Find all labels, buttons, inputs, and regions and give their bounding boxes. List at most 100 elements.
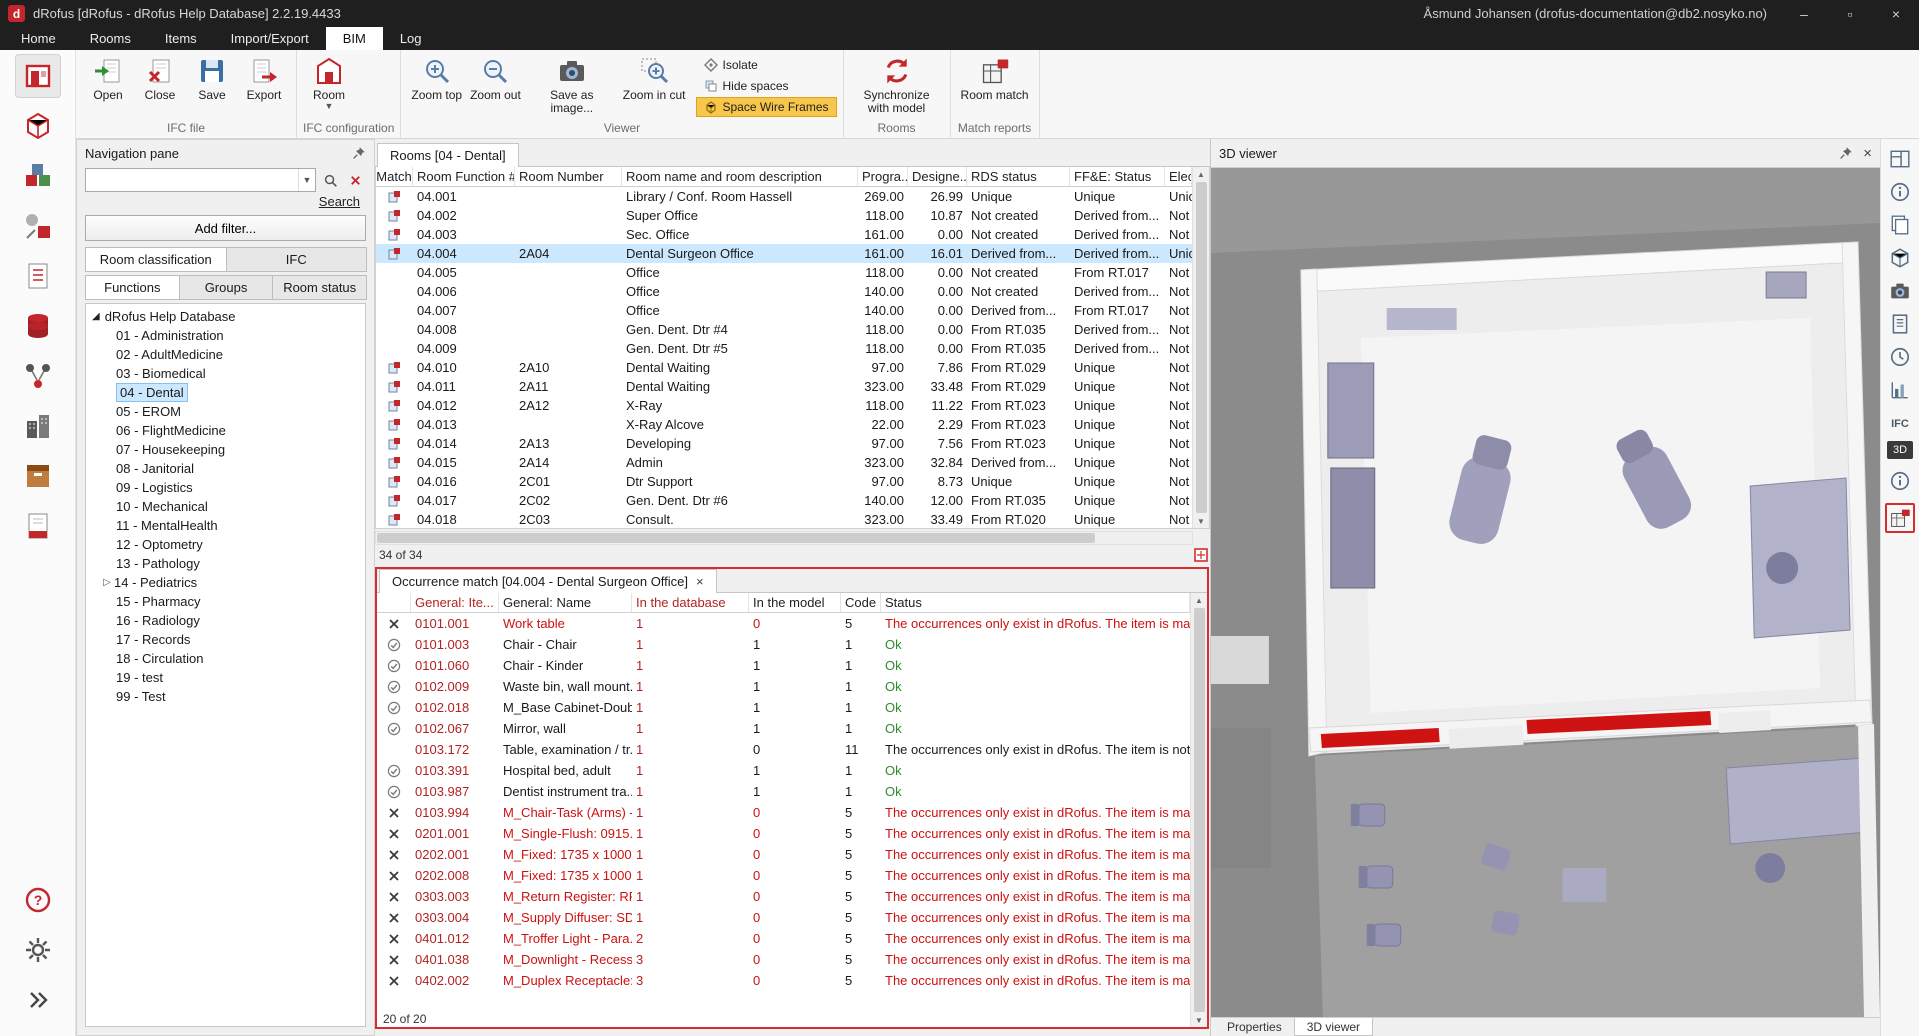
zoom-in-cut-button[interactable]: Zoom in cut [619, 53, 690, 103]
column-header-in-the-database[interactable]: In the database [632, 593, 749, 612]
tab-properties[interactable]: Properties [1215, 1018, 1294, 1036]
camera-icon[interactable] [1889, 280, 1911, 302]
scrollbar-thumb[interactable] [1196, 182, 1207, 513]
space-wire-frames-toggle[interactable]: Space Wire Frames [696, 97, 837, 117]
items-sidebar-button[interactable] [15, 154, 61, 198]
pages-icon[interactable] [1889, 214, 1911, 236]
occurrence-vertical-scrollbar[interactable]: ▲ ▼ [1190, 593, 1207, 1027]
room-row[interactable]: 04.013X-Ray Alcove22.002.29From RT.023Un… [376, 415, 1192, 434]
occurrence-row[interactable]: 0202.008M_Fixed: 1735 x 1000...105The oc… [377, 865, 1190, 886]
room-row[interactable]: 04.009Gen. Dent. Dtr #5118.000.00From RT… [376, 339, 1192, 358]
tab-ifc[interactable]: IFC [226, 247, 368, 272]
help-sidebar-button[interactable]: ? [15, 878, 61, 922]
open-button[interactable]: Open [82, 53, 134, 103]
pin-icon[interactable] [352, 146, 366, 160]
tree-item-10-mechanical[interactable]: 10 - Mechanical [86, 497, 365, 516]
tree-item-18-circulation[interactable]: 18 - Circulation [86, 649, 365, 668]
tree-item-12-optometry[interactable]: 12 - Optometry [86, 535, 365, 554]
column-header-rds-status[interactable]: RDS status [967, 167, 1070, 186]
room-row[interactable]: 04.0152A14Admin323.0032.84Derived from..… [376, 453, 1192, 472]
rooms-horizontal-scrollbar[interactable] [375, 531, 1193, 545]
room-row[interactable]: 04.0122A12X-Ray118.0011.22From RT.023Uni… [376, 396, 1192, 415]
occurrence-row[interactable]: 0402.002M_Duplex Receptacle:...305The oc… [377, 970, 1190, 991]
occurrence-panel-icon[interactable] [1194, 548, 1208, 562]
expand-icon[interactable]: ▷ [100, 573, 114, 592]
minimize-button[interactable]: – [1781, 0, 1827, 27]
components-sidebar-button[interactable] [15, 204, 61, 248]
search-link[interactable]: Search [319, 194, 360, 209]
layout-panels-icon[interactable] [1889, 148, 1911, 170]
menu-tab-rooms[interactable]: Rooms [73, 27, 148, 50]
room-row[interactable]: 04.0172C02Gen. Dent. Dtr #6140.0012.00Fr… [376, 491, 1192, 510]
occurrence-row[interactable]: 0102.009Waste bin, wall mount...111Ok [377, 676, 1190, 697]
column-header-progra[interactable]: Progra... [858, 167, 908, 186]
occurrence-row[interactable]: 0401.012M_Troffer Light - Para...205The … [377, 928, 1190, 949]
room-row[interactable]: 04.008Gen. Dent. Dtr #4118.000.00From RT… [376, 320, 1192, 339]
menu-tab-import-export[interactable]: Import/Export [214, 27, 326, 50]
column-header-room-number[interactable]: Room Number [515, 167, 622, 186]
tree-item-17-records[interactable]: 17 - Records [86, 630, 365, 649]
tree-item-02-adultmedicine[interactable]: 02 - AdultMedicine [86, 345, 365, 364]
occurrence-row[interactable]: 0202.001M_Fixed: 1735 x 1000...105The oc… [377, 844, 1190, 865]
tree-item-19-test[interactable]: 19 - test [86, 668, 365, 687]
close-panel-icon[interactable]: × [1863, 145, 1872, 162]
tree-item-07-housekeeping[interactable]: 07 - Housekeeping [86, 440, 365, 459]
room-row[interactable]: 04.001Library / Conf. Room Hassell269.00… [376, 187, 1192, 206]
room-row[interactable]: 04.005Office118.000.00Not createdFrom RT… [376, 263, 1192, 282]
room-row[interactable]: 04.0162C01Dtr Support97.008.73UniqueUniq… [376, 472, 1192, 491]
column-header-code[interactable]: Code [841, 593, 881, 612]
occurrence-row[interactable]: 0303.003M_Return Register: RR...105The o… [377, 886, 1190, 907]
menu-tab-home[interactable]: Home [4, 27, 73, 50]
tree-item-03-biomedical[interactable]: 03 - Biomedical [86, 364, 365, 383]
zoom-out-button[interactable]: Zoom out [466, 53, 525, 103]
isolate-toggle[interactable]: Isolate [696, 55, 837, 75]
tab-room-classification[interactable]: Room classification [85, 247, 227, 272]
occurrence-row[interactable]: 0102.018M_Base Cabinet-Doub...111Ok [377, 697, 1190, 718]
rooms-vertical-scr ollbar[interactable]: ▲ ▼ [1192, 167, 1209, 528]
room-match-icon[interactable] [1885, 503, 1915, 533]
close-button[interactable]: Close [134, 53, 186, 103]
scroll-down-icon[interactable]: ▼ [1197, 514, 1205, 528]
column-header-in-the-model[interactable]: In the model [749, 593, 841, 612]
room-row[interactable]: 04.0042A04Dental Surgeon Office161.0016.… [376, 244, 1192, 263]
menu-tab-items[interactable]: Items [148, 27, 214, 50]
scrollbar-thumb[interactable] [377, 533, 1095, 543]
tree-item-16-radiology[interactable]: 16 - Radiology [86, 611, 365, 630]
room-row[interactable]: 04.0142A13Developing97.007.56From RT.023… [376, 434, 1192, 453]
tree-item-05-erom[interactable]: 05 - EROM [86, 402, 365, 421]
search-input[interactable] [86, 169, 298, 191]
document-icon[interactable] [1889, 313, 1911, 335]
reports-sidebar-button[interactable] [15, 504, 61, 548]
archive-sidebar-button[interactable] [15, 454, 61, 498]
tree-item-13-pathology[interactable]: 13 - Pathology [86, 554, 365, 573]
bim-model-sidebar-button[interactable] [15, 104, 61, 148]
scroll-up-icon[interactable]: ▲ [1197, 167, 1205, 181]
network-sidebar-button[interactable] [15, 354, 61, 398]
hide-spaces-toggle[interactable]: Hide spaces [696, 76, 837, 96]
occurrence-row[interactable]: 0401.038M_Downlight - Recess...305The oc… [377, 949, 1190, 970]
expand-chevrons-sidebar-button[interactable] [15, 978, 61, 1022]
3d-view-button[interactable]: 3D [1887, 441, 1913, 459]
occurrence-row[interactable]: 0201.001M_Single-Flush: 0915...105The oc… [377, 823, 1190, 844]
settings-gear-sidebar-button[interactable] [15, 928, 61, 972]
tree-item-04-dental[interactable]: 04 - Dental [86, 383, 365, 402]
tree-item-06-flightmedicine[interactable]: 06 - FlightMedicine [86, 421, 365, 440]
cube-icon[interactable] [1889, 247, 1911, 269]
scroll-up-icon[interactable]: ▲ [1195, 593, 1203, 607]
clear-search-button[interactable] [344, 169, 366, 191]
scroll-down-icon[interactable]: ▼ [1195, 1013, 1203, 1027]
save-button[interactable]: Save [186, 53, 238, 103]
chart-icon[interactable] [1889, 379, 1911, 401]
column-header-room-function[interactable]: Room Function #: [413, 167, 515, 186]
room-row[interactable]: 04.006Office140.000.00Not createdDerived… [376, 282, 1192, 301]
tab-groups[interactable]: Groups [179, 275, 274, 300]
room-row[interactable]: 04.007Office140.000.00Derived from...Fro… [376, 301, 1192, 320]
column-header-designe[interactable]: Designe... [908, 167, 967, 186]
search-combobox[interactable]: ▼ [85, 168, 316, 192]
tab-room-status[interactable]: Room status [272, 275, 367, 300]
info-icon[interactable] [1889, 470, 1911, 492]
occurrence-row[interactable]: 0103.987Dentist instrument tra...111Ok [377, 781, 1190, 802]
save-as-image-button[interactable]: Save as image... [525, 53, 619, 116]
tab-functions[interactable]: Functions [85, 275, 180, 300]
occurrence-row[interactable]: 0103.172Table, examination / tr...1011Th… [377, 739, 1190, 760]
